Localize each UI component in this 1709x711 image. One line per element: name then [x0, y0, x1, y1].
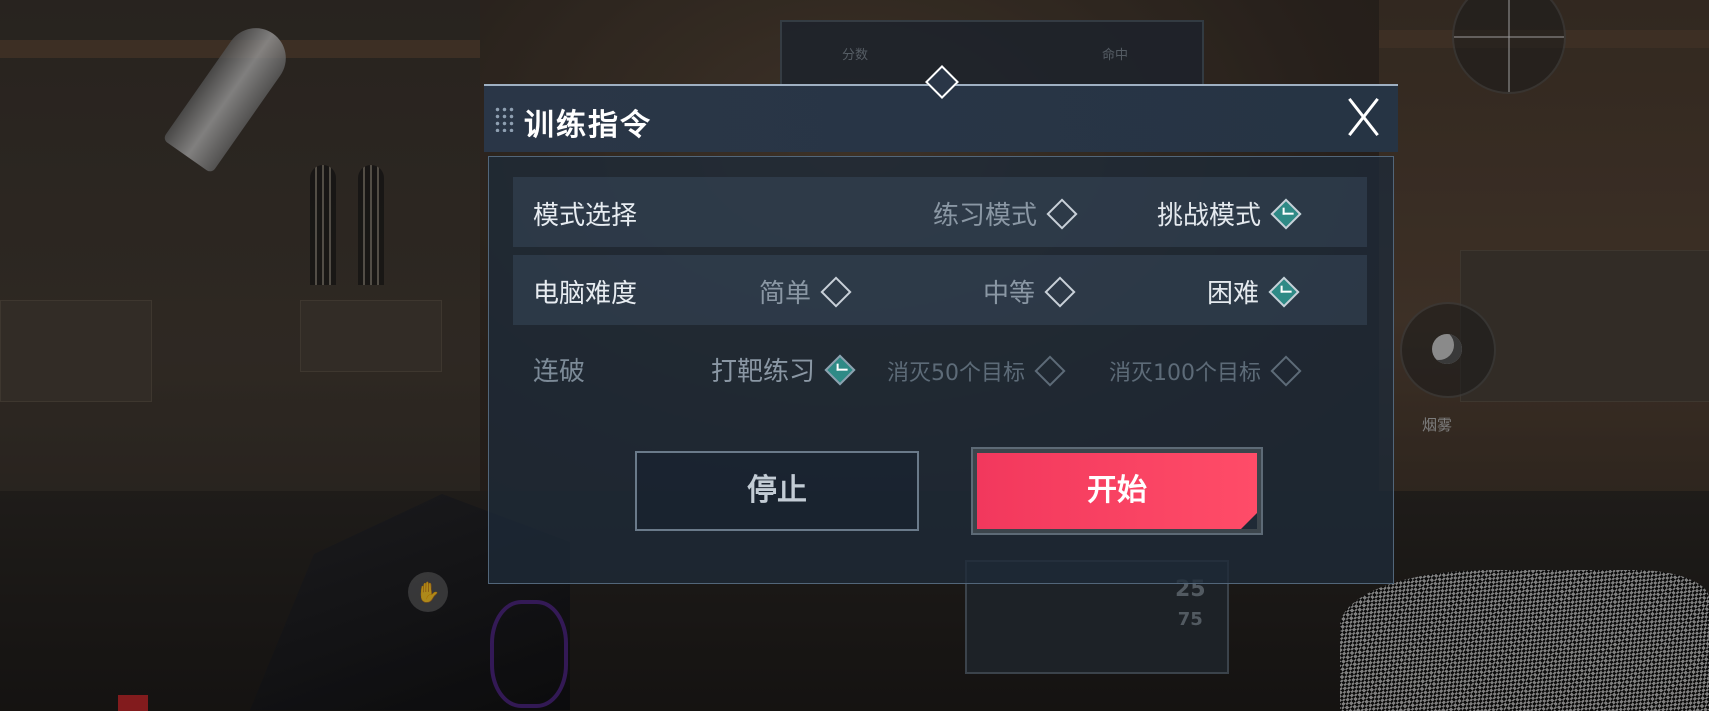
- training-dialog: 训练指令 模式选择 练习模式 挑战模式 电脑难度 简单 中等 困难 连破 打靶练…: [484, 65, 1398, 586]
- option-kill-100[interactable]: 消灭100个目标: [1109, 355, 1302, 387]
- option-label: 中等: [983, 279, 1036, 309]
- option-challenge-mode[interactable]: 挑战模式: [1157, 195, 1302, 232]
- stop-button[interactable]: 停止: [635, 451, 919, 531]
- diamond-checkbox-icon: [1270, 355, 1302, 387]
- diamond-checked-icon: [824, 353, 856, 386]
- diamond-checkbox-icon: [1034, 355, 1066, 387]
- streak-row: 连破 打靶练习 消灭50个目标 消灭100个目标: [513, 333, 1367, 403]
- mode-row: 模式选择 练习模式 挑战模式: [513, 177, 1367, 247]
- diamond-checked-icon: [1268, 275, 1300, 308]
- option-easy[interactable]: 简单: [759, 273, 852, 310]
- dialog-body: 模式选择 练习模式 挑战模式 电脑难度 简单 中等 困难 连破 打靶练习 消灭5…: [488, 156, 1394, 584]
- drag-handle-icon[interactable]: [494, 106, 516, 132]
- option-label: 挑战模式: [1157, 201, 1262, 231]
- option-target-practice[interactable]: 打靶练习: [711, 351, 856, 388]
- start-button[interactable]: 开始: [977, 453, 1257, 529]
- mode-label: 模式选择: [533, 201, 638, 231]
- option-hard[interactable]: 困难: [1207, 273, 1300, 310]
- close-icon[interactable]: [1342, 96, 1384, 138]
- option-label: 消灭50个目标: [887, 361, 1025, 386]
- difficulty-row: 电脑难度 简单 中等 困难: [513, 255, 1367, 325]
- option-label: 困难: [1207, 279, 1260, 309]
- difficulty-label: 电脑难度: [533, 279, 638, 309]
- option-label: 简单: [759, 279, 812, 309]
- diamond-checkbox-icon: [1044, 275, 1076, 308]
- option-practice-mode[interactable]: 练习模式: [933, 195, 1078, 232]
- option-label: 消灭100个目标: [1109, 361, 1261, 386]
- option-label: 打靶练习: [711, 357, 816, 387]
- option-medium[interactable]: 中等: [983, 273, 1076, 310]
- streak-label: 连破: [533, 357, 586, 387]
- diamond-checked-icon: [1270, 197, 1302, 230]
- option-label: 练习模式: [933, 201, 1038, 231]
- option-kill-50[interactable]: 消灭50个目标: [887, 355, 1066, 387]
- diamond-checkbox-icon: [1046, 197, 1078, 230]
- dialog-title: 训练指令: [524, 108, 652, 143]
- diamond-checkbox-icon: [820, 275, 852, 308]
